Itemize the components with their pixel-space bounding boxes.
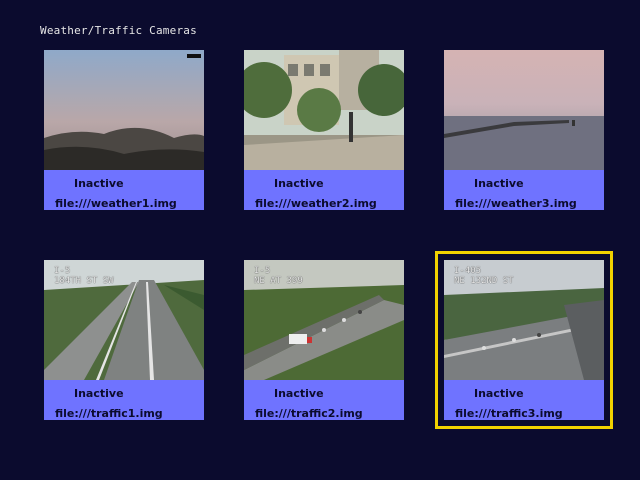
camera-thumbnail: I-5 184TH ST SW — [44, 260, 204, 380]
camera-file: file:///weather2.img — [255, 197, 377, 210]
camera-thumbnail: I-5 NE AT 399 — [244, 260, 404, 380]
camera-status: Inactive — [474, 177, 524, 190]
camera-status: Inactive — [274, 387, 324, 400]
camera-info-panel: Inactive file:///weather3.img — [444, 170, 604, 210]
camera-tile-traffic1[interactable]: I-5 184TH ST SW Inactive file:///traffic… — [44, 260, 204, 420]
camera-tile-weather1[interactable]: Inactive file:///weather1.img — [44, 50, 204, 210]
camera-overlay-location: NE AT 399 — [254, 276, 303, 286]
camera-tile-weather3[interactable]: Inactive file:///weather3.img — [444, 50, 604, 210]
camera-status: Inactive — [74, 177, 124, 190]
page-title: Weather/Traffic Cameras — [40, 24, 197, 37]
camera-status: Inactive — [474, 387, 524, 400]
camera-overlay-route: I-5 — [54, 266, 71, 276]
camera-thumbnail: I-405 NE 132ND ST — [444, 260, 604, 380]
camera-overlay-route: I-405 — [454, 266, 482, 276]
camera-info-panel: Inactive file:///traffic1.img — [44, 380, 204, 420]
camera-file: file:///weather3.img — [455, 197, 577, 210]
camera-overlay-location: NE 132ND ST — [454, 276, 514, 286]
camera-overlay-location: 184TH ST SW — [54, 276, 114, 286]
camera-tile-traffic2[interactable]: I-5 NE AT 399 Inactive file:///traffic2.… — [244, 260, 404, 420]
camera-file: file:///weather1.img — [55, 197, 177, 210]
camera-thumbnail — [244, 50, 404, 170]
camera-info-panel: Inactive file:///weather1.img — [44, 170, 204, 210]
camera-info-panel: Inactive file:///traffic2.img — [244, 380, 404, 420]
camera-tile-weather2[interactable]: Inactive file:///weather2.img — [244, 50, 404, 210]
camera-overlay-route: I-5 — [254, 266, 271, 276]
camera-thumbnail — [444, 50, 604, 170]
camera-info-panel: Inactive file:///weather2.img — [244, 170, 404, 210]
camera-file: file:///traffic1.img — [55, 407, 163, 420]
camera-status: Inactive — [74, 387, 124, 400]
camera-file: file:///traffic3.img — [455, 407, 563, 420]
camera-thumbnail — [44, 50, 204, 170]
camera-file: file:///traffic2.img — [255, 407, 363, 420]
camera-tile-traffic3[interactable]: I-405 NE 132ND ST Inactive file:///traff… — [435, 251, 613, 429]
camera-info-panel: Inactive file:///traffic3.img — [444, 380, 604, 420]
camera-status: Inactive — [274, 177, 324, 190]
